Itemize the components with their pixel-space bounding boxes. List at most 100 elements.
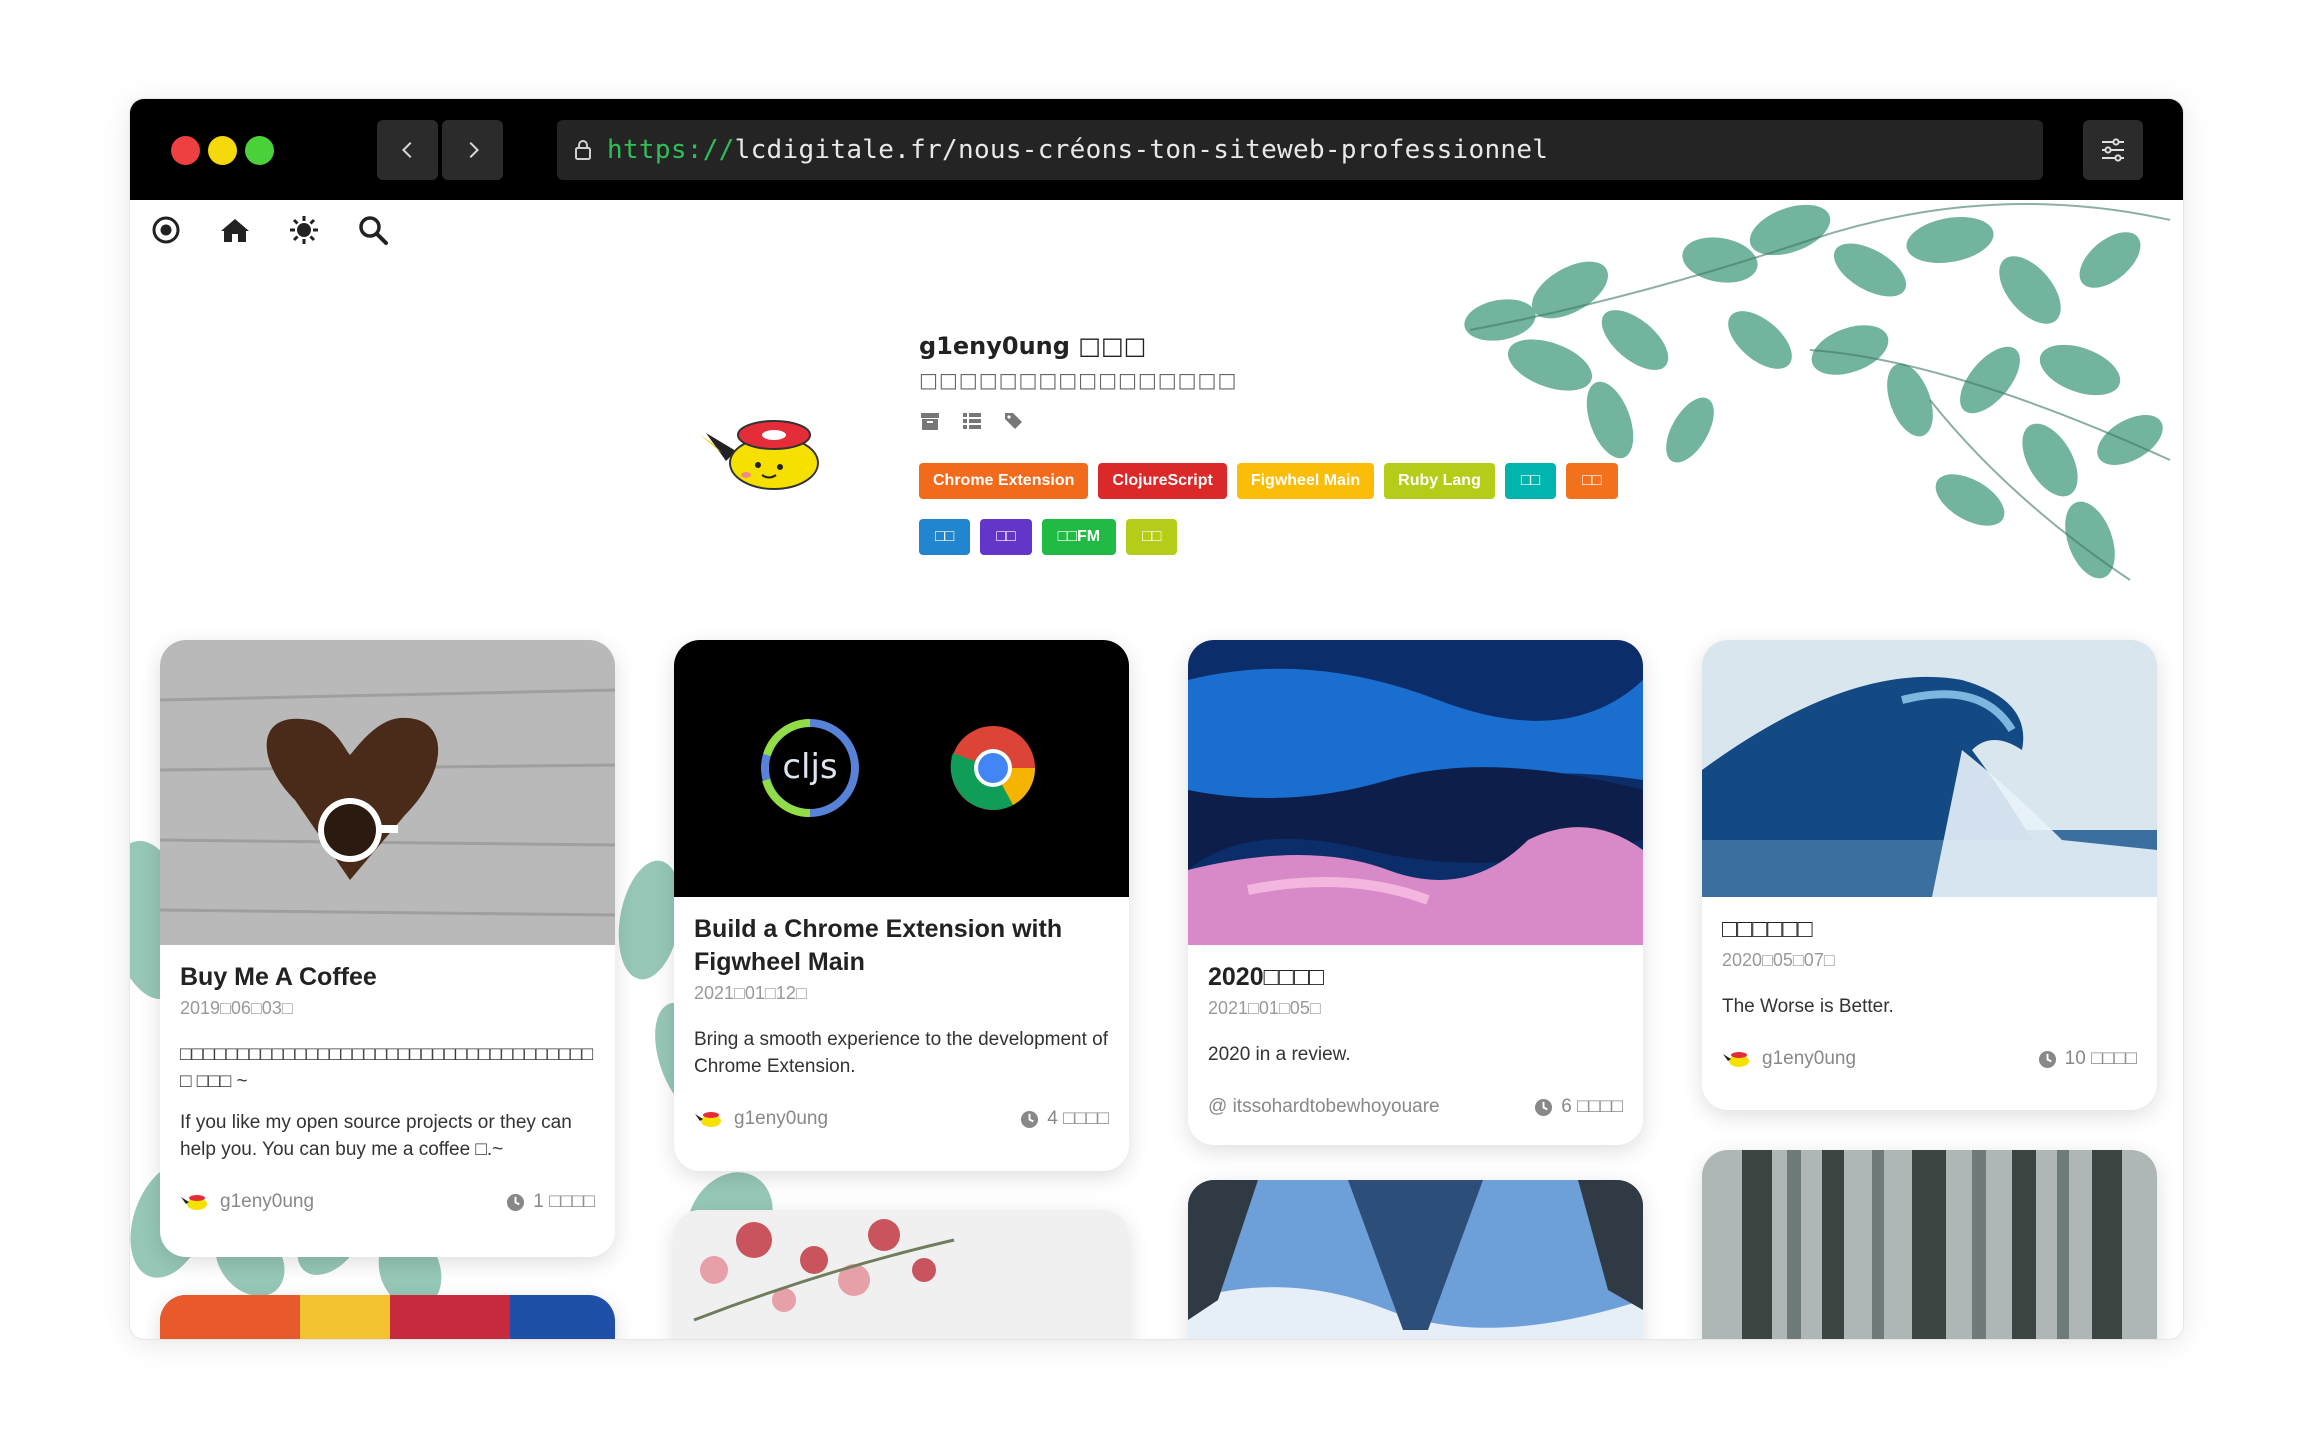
tag-ruby-lang[interactable]: Ruby Lang: [1384, 463, 1495, 499]
read-time: 10 □□□□: [2038, 1048, 2137, 1070]
profile-name: g1eny0ung □□□: [919, 332, 1147, 360]
tag-item[interactable]: □□: [1126, 519, 1178, 555]
blog-page: g1eny0ung □□□ □□□□□□□□□□□□□□□□ Chrome Ex…: [130, 200, 2183, 1339]
clock-icon: [507, 1193, 525, 1211]
read-time: 1 □□□□: [506, 1191, 595, 1213]
post-card[interactable]: [1188, 1180, 1643, 1339]
forward-button[interactable]: [442, 120, 503, 180]
post-cover-coffee: [160, 640, 615, 945]
post-cover-forest: [1702, 1150, 2157, 1339]
tag-fm[interactable]: □□FM: [1041, 519, 1117, 555]
author-avatar: [181, 1195, 207, 1210]
post-date: 2021□01□12□: [694, 983, 807, 1003]
read-time: 6 □□□□: [1534, 1096, 1623, 1118]
author-name: g1eny0ung: [220, 1191, 315, 1212]
tag-row: □□ □□ □□FM □□: [919, 519, 1639, 555]
url-path: lcdigitale.fr/nous-créons-ton-siteweb-pr…: [734, 135, 1549, 165]
tag-chrome-extension[interactable]: Chrome Extension: [919, 463, 1089, 499]
profile-info: g1eny0ung □□□ □□□□□□□□□□□□□□□□: [919, 332, 1237, 432]
url-text: https://lcdigitale.fr/nous-créons-ton-si…: [607, 135, 1548, 165]
profile-description: □□□□□□□□□□□□□□□□: [919, 368, 1238, 392]
read-time-text: 1 □□□□: [533, 1191, 595, 1212]
back-button[interactable]: [377, 120, 438, 180]
clock-icon: [2038, 1050, 2056, 1068]
tag-item[interactable]: □□: [1504, 463, 1557, 499]
post-date: 2019□06□03□: [180, 998, 293, 1018]
cljs-chrome-logos: cljs: [761, 719, 1035, 818]
post-title[interactable]: Build a Chrome Extension with Figwheel M…: [694, 913, 1109, 979]
post-card-2020-review[interactable]: 2020□□□□ 2021□01□05□ 2020 in a review. @…: [1188, 640, 1643, 1145]
close-window-dot[interactable]: [171, 136, 200, 165]
post-summary-en: If you like my open source projects or t…: [180, 1112, 572, 1160]
settings-button[interactable]: [2083, 120, 2143, 180]
tag-item[interactable]: □□: [1566, 463, 1618, 499]
post-cover-skyscraper: [1188, 1180, 1643, 1339]
post-author[interactable]: g1eny0ung: [694, 1108, 828, 1130]
post-footer: g1eny0ung 10 □□□□: [1702, 1020, 2157, 1090]
post-title[interactable]: □□□□□□: [1722, 913, 2137, 946]
post-card-buy-me-a-coffee[interactable]: Buy Me A Coffee 2019□06□03□ □□□□□□□□□□□□…: [160, 640, 615, 1257]
maximize-window-dot[interactable]: [245, 136, 274, 165]
read-time: 4 □□□□: [1020, 1108, 1109, 1130]
sliders-icon: [2102, 138, 2124, 162]
post-card[interactable]: [674, 1210, 1129, 1339]
post-cover-flowers: [674, 1210, 1129, 1339]
address-bar[interactable]: https://lcdigitale.fr/nous-créons-ton-si…: [557, 120, 2043, 180]
post-date: 2021□01□05□: [1208, 998, 1321, 1018]
read-time-text: 6 □□□□: [1561, 1096, 1623, 1117]
author-avatar: [1723, 1052, 1749, 1067]
post-card[interactable]: [1702, 1150, 2157, 1339]
tag-cloud: Chrome Extension ClojureScript Figwheel …: [919, 463, 1639, 575]
author-name: @ itssohardtobewhoyouare: [1208, 1096, 1440, 1117]
tag-clojurescript[interactable]: ClojureScript: [1098, 463, 1227, 499]
post-title[interactable]: Buy Me A Coffee: [180, 961, 595, 994]
search-icon[interactable]: [355, 212, 390, 247]
author-avatar: [695, 1112, 721, 1127]
post-author[interactable]: g1eny0ung: [1722, 1048, 1856, 1070]
post-summary: The Worse is Better.: [1722, 996, 1894, 1017]
home-icon[interactable]: [217, 212, 252, 247]
chevron-right-icon: [469, 141, 479, 159]
post-author[interactable]: g1eny0ung: [180, 1191, 314, 1213]
minimize-window-dot[interactable]: [208, 136, 237, 165]
target-icon[interactable]: [148, 212, 183, 247]
clock-icon: [1021, 1110, 1039, 1128]
tags-icon[interactable]: [1003, 410, 1025, 432]
tag-item[interactable]: □□: [980, 519, 1032, 555]
post-summary: Bring a smooth experience to the develop…: [694, 1029, 1109, 1077]
profile-links: [919, 410, 1237, 432]
tag-row: Chrome Extension ClojureScript Figwheel …: [919, 463, 1639, 499]
post-author[interactable]: @ itssohardtobewhoyouare: [1208, 1096, 1440, 1118]
author-name: g1eny0ung: [1762, 1048, 1857, 1069]
sun-icon[interactable]: [286, 212, 321, 247]
author-name: g1eny0ung: [734, 1108, 829, 1129]
post-summary: □□□□□□□□□□□□□□□□□□□□□□□□□□□□□□□□□□□□ □ □…: [180, 1044, 594, 1092]
tag-item[interactable]: □□: [919, 519, 971, 555]
post-summary: 2020 in a review.: [1208, 1044, 1351, 1065]
browser-toolbar: https://lcdigitale.fr/nous-créons-ton-si…: [130, 99, 2183, 200]
post-footer: g1eny0ung 4 □□□□: [674, 1080, 1129, 1150]
read-time-text: 4 □□□□: [1047, 1108, 1109, 1129]
post-card-worse-is-better[interactable]: □□□□□□ 2020□05□07□ The Worse is Better. …: [1702, 640, 2157, 1110]
archive-icon[interactable]: [919, 410, 941, 432]
chevron-left-icon: [401, 141, 411, 159]
post-card-chrome-extension[interactable]: cljs Build a Chrome Extension with Figwh…: [674, 640, 1129, 1171]
post-cover-wave: [1702, 640, 2157, 897]
url-scheme: https://: [607, 135, 735, 165]
read-time-text: 10 □□□□: [2064, 1048, 2137, 1069]
tag-figwheel-main[interactable]: Figwheel Main: [1236, 463, 1375, 499]
post-title[interactable]: 2020□□□□: [1208, 961, 1623, 994]
post-date: 2020□05□07□: [1722, 950, 1835, 970]
post-cover-cljs-chrome: cljs: [674, 640, 1129, 897]
post-footer: @ itssohardtobewhoyouare 6 □□□□: [1188, 1068, 1643, 1138]
lock-icon: [575, 140, 591, 160]
browser-window: https://lcdigitale.fr/nous-créons-ton-si…: [130, 99, 2183, 1339]
post-footer: g1eny0ung 1 □□□□: [160, 1163, 615, 1233]
profile-avatar[interactable]: [696, 413, 826, 498]
post-cover-abstract: [160, 1295, 615, 1339]
clock-icon: [1535, 1098, 1553, 1116]
cljs-logo-text: cljs: [782, 747, 837, 787]
post-card[interactable]: [160, 1295, 615, 1339]
top-navigation: [148, 212, 390, 247]
list-icon[interactable]: [961, 410, 983, 432]
